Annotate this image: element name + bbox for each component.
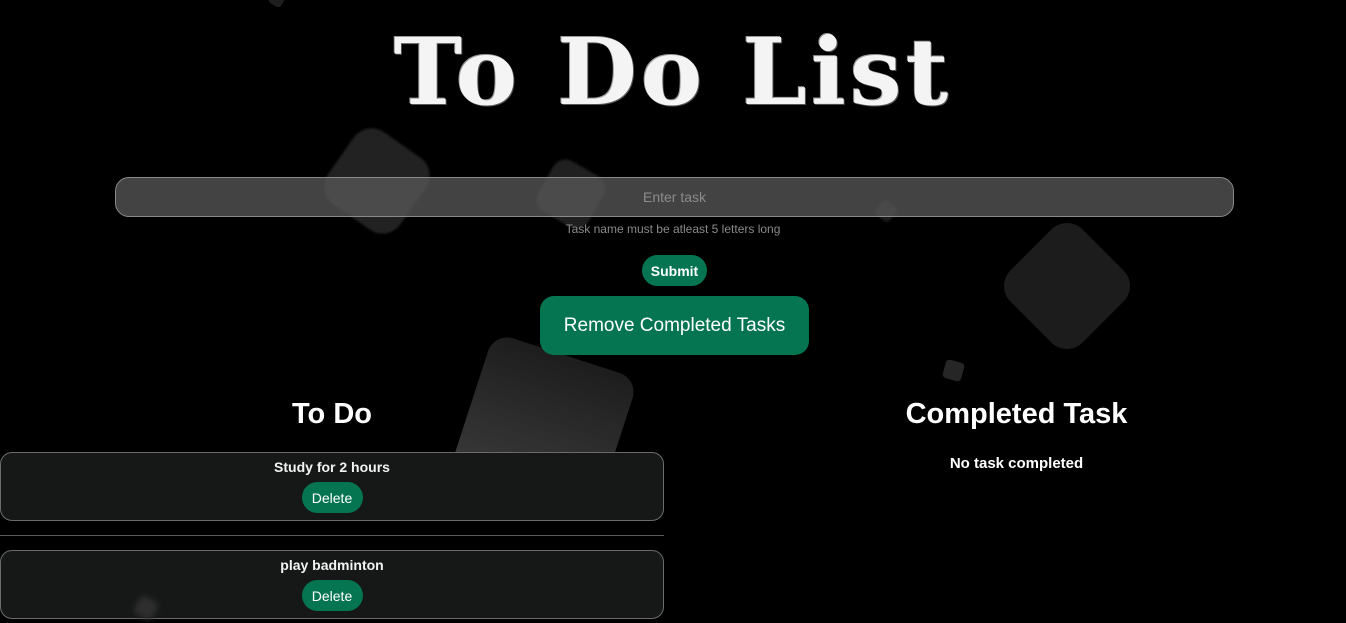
task-card: play badminton Delete (0, 550, 664, 619)
completed-heading: Completed Task (905, 398, 1128, 430)
todo-heading: To Do (292, 398, 372, 430)
task-name[interactable]: play badminton (1, 557, 663, 573)
task-card: Study for 2 hours Delete (0, 452, 664, 521)
page-title: To Do List (393, 18, 953, 126)
completed-empty-message: No task completed (949, 455, 1084, 472)
background-shape (267, 0, 287, 9)
task-name[interactable]: Study for 2 hours (1, 459, 663, 475)
delete-button[interactable]: Delete (301, 482, 363, 513)
background-shape (941, 358, 966, 383)
task-input[interactable] (115, 177, 1234, 217)
submit-button[interactable]: Submit (642, 255, 707, 286)
task-divider (0, 535, 664, 536)
delete-button[interactable]: Delete (301, 580, 363, 611)
remove-completed-button[interactable]: Remove Completed Tasks (540, 296, 809, 355)
task-hint: Task name must be atleast 5 letters long (565, 222, 781, 236)
